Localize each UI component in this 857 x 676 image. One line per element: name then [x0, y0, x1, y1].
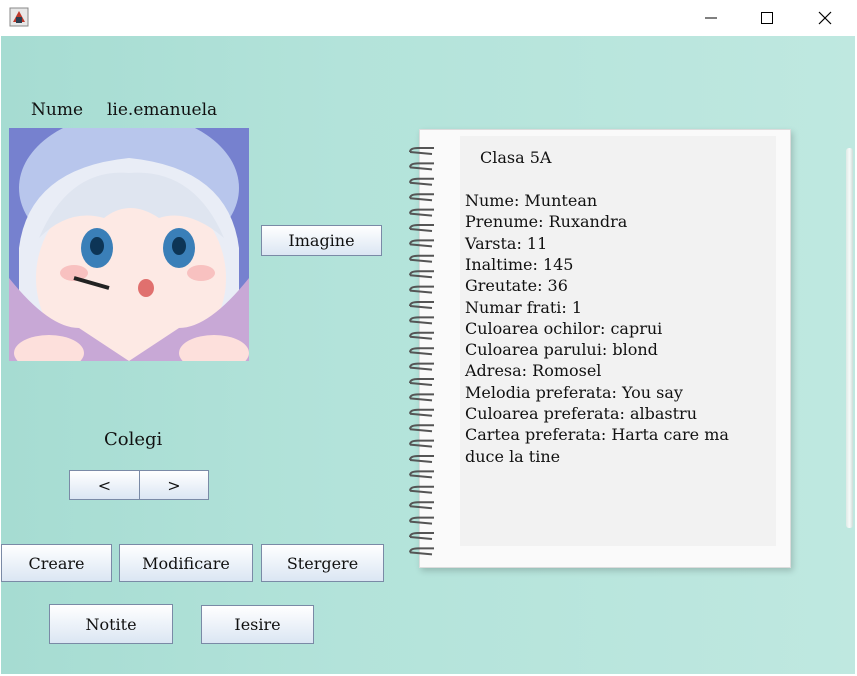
- delete-button[interactable]: Stergere: [261, 544, 384, 582]
- student-detail-line: Melodia preferata: You say: [465, 382, 683, 402]
- class-label: Clasa 5A: [480, 148, 552, 167]
- minimize-button[interactable]: [682, 0, 740, 36]
- student-detail-line: Culoarea parului: blond: [465, 340, 658, 360]
- minimize-icon: [705, 17, 717, 19]
- name-value: lie.emanuela: [107, 100, 218, 120]
- student-detail-line: duce la tine: [465, 446, 561, 466]
- student-detail-line: Prenume: Ruxandra: [465, 212, 628, 232]
- colleagues-title: Colegi: [104, 429, 163, 450]
- java-app-icon: [9, 7, 29, 27]
- student-detail-line: Culoarea ochilor: caprui: [465, 318, 663, 338]
- profile-picture: [9, 128, 249, 361]
- student-detail-line: Varsta: 11: [465, 233, 548, 253]
- student-detail-line: Inaltime: 145: [465, 254, 574, 274]
- pencil-decoration: [846, 148, 853, 528]
- student-detail-line: Adresa: Romosel: [465, 361, 602, 381]
- maximize-button[interactable]: [738, 0, 796, 36]
- main-panel: Nume lie.emanuela Imagine Colegi < > Cre…: [1, 36, 855, 674]
- student-detail-line: Cartea preferata: Harta care ma: [465, 425, 729, 445]
- student-detail-line: Nume: Muntean: [465, 191, 598, 210]
- next-colleague-button[interactable]: >: [139, 470, 209, 500]
- spiral-binding-icon: [409, 147, 434, 556]
- maximize-icon: [761, 12, 773, 24]
- student-detail-line: Greutate: 36: [465, 276, 568, 296]
- close-icon: [818, 11, 832, 25]
- student-detail-line: Numar frati: 1: [465, 297, 583, 317]
- modify-button[interactable]: Modificare: [119, 544, 253, 582]
- close-button[interactable]: [796, 0, 854, 36]
- prev-colleague-button[interactable]: <: [69, 470, 140, 500]
- create-button[interactable]: Creare: [1, 544, 112, 582]
- student-detail-line: Culoarea preferata: albastru: [465, 404, 697, 423]
- exit-button[interactable]: Iesire: [201, 605, 314, 644]
- notes-button[interactable]: Notite: [49, 604, 173, 644]
- name-label: Nume: [31, 100, 84, 120]
- title-bar: [0, 0, 857, 36]
- image-button[interactable]: Imagine: [261, 225, 382, 256]
